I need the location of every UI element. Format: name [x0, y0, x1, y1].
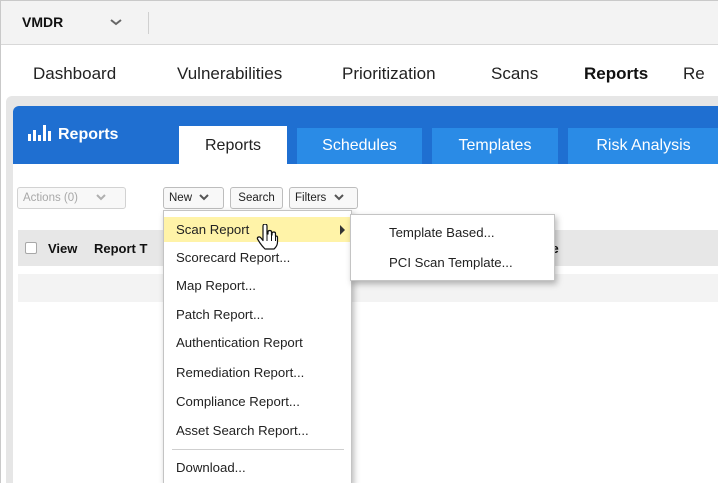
nav-more-truncated[interactable]: Re: [683, 64, 705, 84]
module-title: Reports: [28, 125, 118, 147]
module-title-label: Reports: [58, 126, 119, 143]
filters-label: Filters: [295, 192, 327, 204]
menu-item-pci-scan-template[interactable]: PCI Scan Template...: [351, 250, 554, 275]
content-panel: Reports Reports Schedules Templates Risk…: [6, 96, 718, 483]
select-all-checkbox[interactable]: [25, 242, 37, 254]
app-name[interactable]: VMDR: [22, 14, 63, 30]
new-label: New: [169, 192, 193, 204]
menu-item-template-based[interactable]: Template Based...: [351, 220, 554, 245]
menu-item-download[interactable]: Download...: [164, 455, 351, 480]
tab-reports[interactable]: Reports: [179, 126, 287, 164]
menu-item-map-report[interactable]: Map Report...: [164, 273, 351, 298]
nav-reports[interactable]: Reports: [584, 64, 648, 84]
chevron-down-icon[interactable]: [108, 14, 124, 30]
tab-risk-analysis[interactable]: Risk Analysis: [568, 128, 718, 164]
nav-dashboard[interactable]: Dashboard: [33, 64, 116, 84]
menu-item-authentication-report[interactable]: Authentication Report: [164, 330, 351, 355]
tab-schedules[interactable]: Schedules: [297, 128, 422, 164]
chevron-down-icon: [199, 194, 209, 201]
menu-item-compliance-report[interactable]: Compliance Report...: [164, 389, 351, 414]
actions-label: Actions (0): [23, 192, 78, 204]
tab-bar: Reports Reports Schedules Templates Risk…: [13, 106, 718, 164]
divider: [148, 12, 149, 34]
filters-button[interactable]: Filters: [289, 187, 358, 209]
submenu-arrow-icon: [340, 225, 345, 235]
search-button[interactable]: Search: [230, 187, 283, 209]
actions-button[interactable]: Actions (0): [17, 187, 126, 209]
tab-templates[interactable]: Templates: [432, 128, 558, 164]
new-button[interactable]: New: [163, 187, 224, 209]
menu-separator: [172, 449, 344, 450]
nav-scans[interactable]: Scans: [491, 64, 538, 84]
new-dropdown-menu: Scan Report Scorecard Report... Map Repo…: [163, 210, 352, 483]
app-switcher-bar: VMDR: [1, 1, 718, 45]
app-window: VMDR Dashboard Vulnerabilities Prioritiz…: [0, 0, 718, 483]
menu-item-remediation-report[interactable]: Remediation Report...: [164, 360, 351, 385]
column-report-title[interactable]: Report T: [94, 241, 147, 256]
hand-cursor-icon: [256, 224, 279, 250]
menu-item-patch-report[interactable]: Patch Report...: [164, 302, 351, 327]
column-view[interactable]: View: [48, 241, 77, 256]
scan-report-submenu: Template Based... PCI Scan Template...: [350, 214, 555, 281]
menu-item-label: Scan Report: [176, 222, 250, 237]
module-panel: Reports Reports Schedules Templates Risk…: [13, 106, 718, 483]
chevron-down-icon: [333, 194, 344, 201]
chevron-down-icon: [96, 194, 106, 201]
menu-item-asset-search-report[interactable]: Asset Search Report...: [164, 418, 351, 443]
nav-prioritization[interactable]: Prioritization: [342, 64, 436, 84]
main-nav: Dashboard Vulnerabilities Prioritization…: [1, 46, 718, 96]
reports-chart-icon: [28, 125, 51, 141]
nav-vulnerabilities[interactable]: Vulnerabilities: [177, 64, 282, 84]
